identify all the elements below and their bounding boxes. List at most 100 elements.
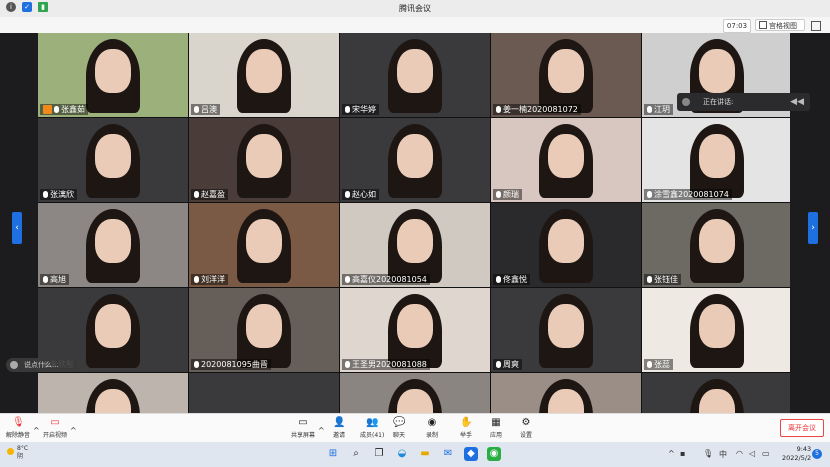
apps-button[interactable]: ▦ 应用 <box>490 417 502 439</box>
signal-icon[interactable]: ▮ <box>38 2 48 12</box>
fullscreen-icon[interactable] <box>811 21 821 31</box>
participant-tile[interactable]: 高嘉仪2020081054 <box>340 203 490 287</box>
hand-icon: ✋ <box>460 417 473 428</box>
raise-hand-button[interactable]: ✋ 举手 <box>460 417 472 439</box>
audio-options-chevron-icon[interactable]: ^ <box>33 426 40 435</box>
shield-icon[interactable]: ✓ <box>22 2 32 12</box>
next-page-arrow-icon[interactable]: › <box>808 212 818 244</box>
record-icon: ◉ <box>427 417 437 428</box>
participant-name-label: 涂雪鑫2020081074 <box>644 189 732 200</box>
system-clock[interactable]: 9:43 2022/5/2 <box>782 445 811 463</box>
unmute-button[interactable]: 🎙 解除静音 <box>6 417 30 439</box>
tray-app-icon[interactable]: ▪ <box>680 449 685 458</box>
chat-preview-text: 说点什么... <box>24 361 59 369</box>
participant-tile[interactable]: 2020081095曲晋 <box>189 288 339 372</box>
participant-tile[interactable]: 赵嘉盈 <box>189 118 339 202</box>
mic-icon <box>43 191 48 198</box>
participant-tile[interactable]: 张漓欣 <box>38 118 188 202</box>
participant-name: 宋华婷 <box>352 105 376 114</box>
mic-icon <box>496 191 501 198</box>
notification-badge[interactable]: 5 <box>812 449 822 459</box>
participant-tile[interactable] <box>491 373 641 413</box>
mic-icon <box>345 276 350 283</box>
chat-button[interactable]: 💬 聊天 <box>393 417 405 439</box>
participant-tile[interactable] <box>189 373 339 413</box>
mic-icon <box>647 191 652 198</box>
share-options-chevron-icon[interactable]: ^ <box>318 426 325 435</box>
microphone-icon[interactable]: 🎙 <box>703 449 713 458</box>
participant-name: 高旭 <box>50 275 66 284</box>
chat-label: 聊天 <box>393 432 406 439</box>
participant-tile[interactable]: 赵心如 <box>340 118 490 202</box>
speaker-wave-icon: ◀︎◀︎ <box>790 97 804 107</box>
wechat-icon[interactable]: ◉ <box>487 447 501 461</box>
participant-name: 姜一楠2020081072 <box>503 105 578 114</box>
record-label: 录制 <box>426 432 439 439</box>
chat-input-preview[interactable]: 说点什么... <box>6 358 86 372</box>
chat-bubble-icon <box>10 361 18 369</box>
participant-face <box>246 219 282 263</box>
participant-name-label: 宋华婷 <box>342 104 379 115</box>
participant-name: 赵嘉盈 <box>201 190 225 199</box>
view-label: 宫格视图 <box>769 22 797 30</box>
mic-icon <box>345 361 350 368</box>
participant-name: 高嘉仪2020081054 <box>352 275 427 284</box>
participant-tile[interactable]: 张蕊 <box>642 288 790 372</box>
participant-name: 张漓欣 <box>50 190 74 199</box>
participant-tile[interactable]: 刘洋洋 <box>189 203 339 287</box>
weather-widget[interactable]: 8°C 阴 <box>7 445 28 461</box>
participant-tile[interactable] <box>38 373 188 413</box>
participant-face <box>397 134 433 178</box>
invite-button[interactable]: 👤 邀请 <box>333 417 345 439</box>
battery-icon[interactable]: ▭ <box>762 449 770 458</box>
participant-name-label: 张钰佳 <box>644 274 681 285</box>
share-screen-button[interactable]: ▭ 共享屏幕 <box>291 417 315 439</box>
participant-tile[interactable]: 王圣男2020081088 <box>340 288 490 372</box>
participant-tile[interactable]: 周爽 <box>491 288 641 372</box>
participant-tile[interactable]: 张鑫茹 <box>38 33 188 117</box>
members-label: 成员(41) <box>360 432 385 439</box>
info-icon[interactable]: i <box>6 2 16 12</box>
video-button[interactable]: ▭ 开启视频 <box>43 417 67 439</box>
invite-label: 邀请 <box>333 432 346 439</box>
settings-button[interactable]: ⚙ 设置 <box>520 417 532 439</box>
meeting-timer: 07:03 <box>723 19 751 33</box>
participant-tile[interactable]: 宋华婷 <box>340 33 490 117</box>
clock-date: 2022/5/2 <box>782 454 812 462</box>
prev-page-arrow-icon[interactable]: ‹ <box>12 212 22 244</box>
tencent-meeting-taskbar-icon[interactable]: ◆ <box>464 447 478 461</box>
edge-browser-icon[interactable]: ◒ <box>395 447 409 461</box>
windows-start-icon[interactable]: ⊞ <box>326 447 340 461</box>
participant-name-label: 张鑫茹 <box>40 104 88 115</box>
share-label: 共享屏幕 <box>291 432 316 439</box>
participant-name: 周爽 <box>503 360 519 369</box>
participant-name-label: 佟鑫悦 <box>493 274 530 285</box>
video-options-chevron-icon[interactable]: ^ <box>70 426 77 435</box>
video-feed <box>189 373 339 413</box>
ime-indicator[interactable]: 中 <box>719 449 727 460</box>
file-explorer-icon[interactable]: ▬ <box>418 447 432 461</box>
participant-name-label: 颜瑞 <box>493 189 522 200</box>
participant-tile[interactable] <box>340 373 490 413</box>
leave-meeting-button[interactable]: 离开会议 <box>780 419 824 437</box>
wifi-icon[interactable]: ◠ <box>736 449 743 458</box>
participant-tile[interactable]: 颜瑞 <box>491 118 641 202</box>
participant-tile[interactable]: 张钰佳 <box>642 203 790 287</box>
participant-tile[interactable]: 吕澳 <box>189 33 339 117</box>
record-button[interactable]: ◉ 录制 <box>426 417 438 439</box>
volume-icon[interactable]: ◁ <box>749 449 755 458</box>
members-button[interactable]: 👥 成员(41) <box>360 417 384 439</box>
participant-face <box>397 304 433 348</box>
search-icon[interactable]: ⌕ <box>349 447 363 461</box>
participant-tile[interactable]: 高旭 <box>38 203 188 287</box>
participant-tile[interactable]: 姜一楠2020081072 <box>491 33 641 117</box>
mail-icon[interactable]: ✉ <box>441 447 455 461</box>
tray-chevron-icon[interactable]: ^ <box>668 449 675 458</box>
participant-tile[interactable]: 佟鑫悦 <box>491 203 641 287</box>
participant-tile[interactable]: 涂雪鑫2020081074 <box>642 118 790 202</box>
task-view-icon[interactable]: ❐ <box>372 447 386 461</box>
view-switch-button[interactable]: 宫格视图 <box>755 19 805 31</box>
participant-name: 佟鑫悦 <box>503 275 527 284</box>
participant-tile[interactable] <box>642 373 790 413</box>
speaker-avatar <box>682 98 690 106</box>
